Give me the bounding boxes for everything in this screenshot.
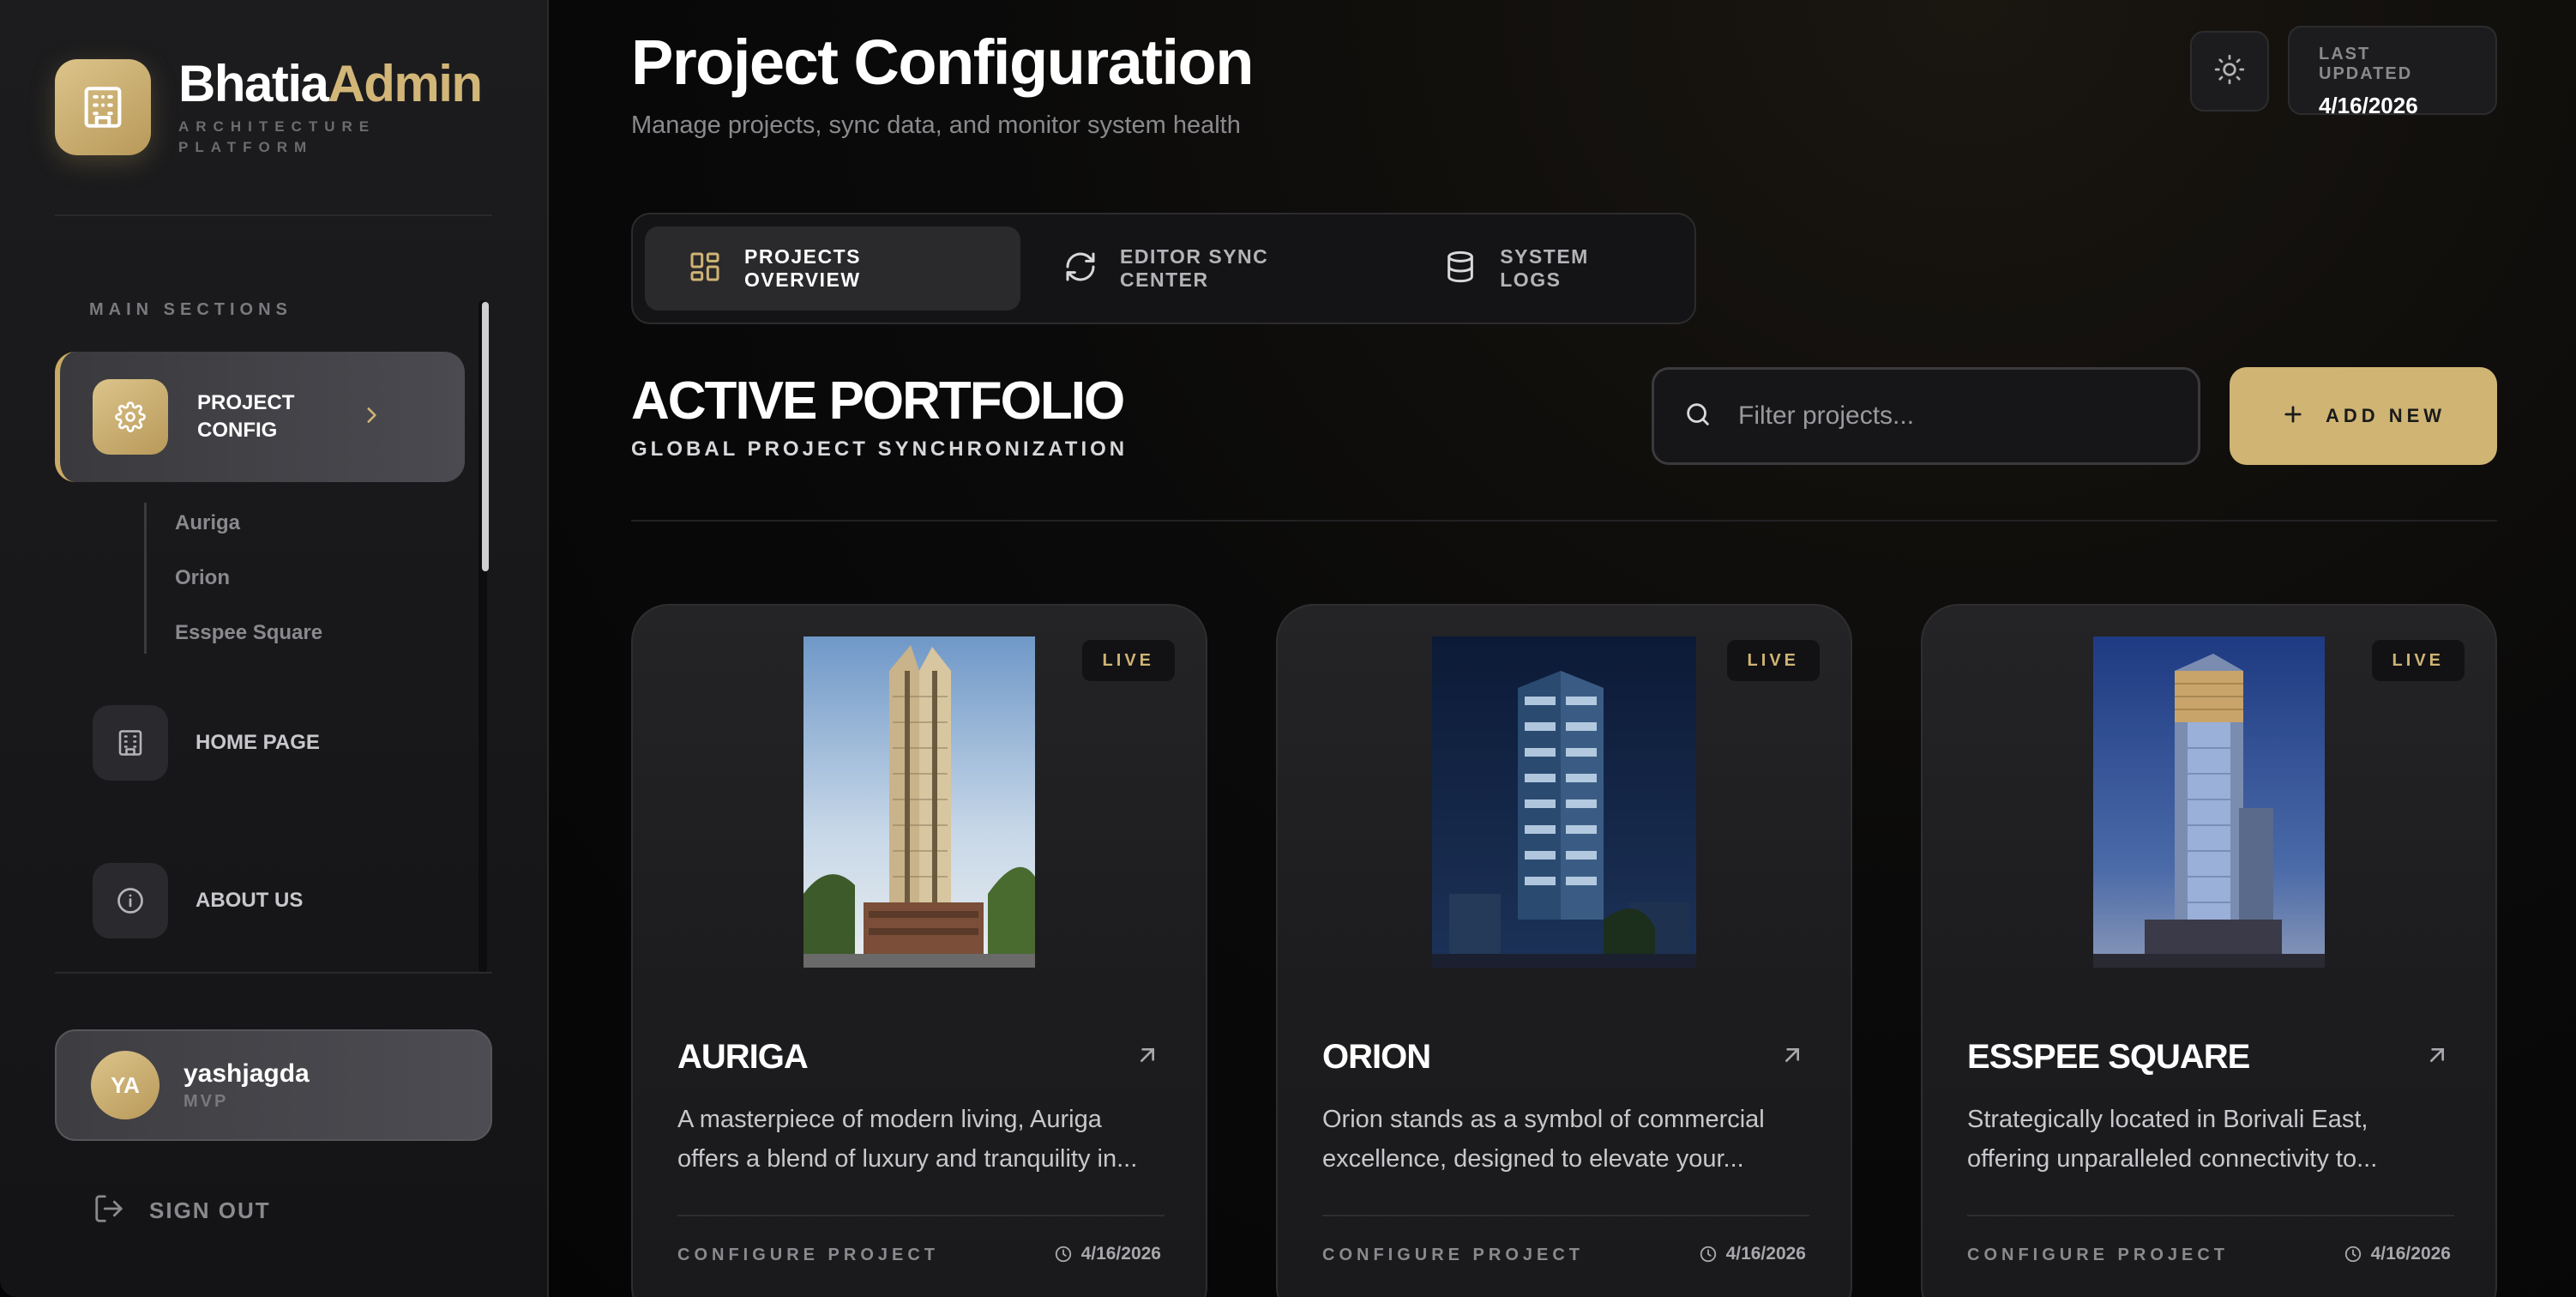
sidebar-item-label: PROJECT CONFIG: [197, 391, 295, 442]
configure-project-link[interactable]: CONFIGURE PROJECT: [1322, 1246, 1584, 1265]
search-field[interactable]: [1652, 367, 2200, 465]
sun-icon: [2213, 53, 2246, 90]
sync-icon: [1063, 250, 1098, 288]
status-badge: LIVE: [1081, 640, 1175, 681]
project-card-orion[interactable]: LIVE ORION Orion stands as a symbol of c…: [1276, 604, 1852, 1297]
project-title: ORION: [1322, 1038, 1431, 1076]
project-image: [2093, 636, 2325, 968]
tab-bar: PROJECTS OVERVIEW EDITOR SYNC CENTER SYS…: [631, 213, 1696, 324]
sidebar-item-label: HOME PAGE: [196, 731, 320, 754]
building-logo-icon: [55, 59, 151, 155]
chevron-right-icon: [360, 404, 382, 431]
sign-out-icon: [93, 1192, 125, 1229]
arrow-up-right-icon[interactable]: [1779, 1041, 1806, 1073]
sidebar-scrollbar-thumb[interactable]: [482, 302, 489, 571]
project-title: ESSPEE SQUARE: [1967, 1038, 2250, 1076]
project-date: 4/16/2026: [2344, 1244, 2451, 1264]
sidebar-item-label: ABOUT US: [196, 889, 304, 912]
divider: [55, 972, 492, 974]
plus-icon: [2281, 402, 2305, 431]
last-updated-value: 4/16/2026: [2319, 93, 2418, 118]
database-icon: [1443, 250, 1478, 288]
sidebar: BhatiaAdmin ARCHITECTURE PLATFORM MAIN S…: [0, 0, 549, 1297]
configure-project-link[interactable]: CONFIGURE PROJECT: [677, 1246, 939, 1265]
user-role: MVP: [184, 1091, 229, 1111]
status-badge: LIVE: [1726, 640, 1820, 681]
divider: [677, 1215, 1165, 1216]
divider: [1322, 1215, 1809, 1216]
user-name: yashjagda: [184, 1059, 310, 1088]
last-updated-label: LAST UPDATED: [2319, 45, 2413, 83]
project-card-auriga[interactable]: LIVE AURIGA A masterpiece of modern livi…: [631, 604, 1207, 1297]
project-description: A masterpiece of modern living, Auriga o…: [677, 1106, 1138, 1173]
page-title: Project Configuration: [631, 27, 1254, 98]
sidebar-subitem-esspee-square[interactable]: Esspee Square: [175, 621, 322, 645]
sign-out-button[interactable]: SIGN OUT: [93, 1192, 271, 1229]
clock-icon: [1700, 1246, 1716, 1263]
tab-system-logs[interactable]: SYSTEM LOGS: [1400, 226, 1694, 311]
tab-label: SYSTEM LOGS: [1500, 245, 1589, 291]
sidebar-item-home-page[interactable]: HOME PAGE: [93, 705, 320, 781]
project-card-esspee-square[interactable]: LIVE ESSPEE SQUARE Strategically located…: [1921, 604, 2497, 1297]
search-input[interactable]: [1738, 401, 2184, 431]
main-content: Project Configuration Manage projects, s…: [549, 0, 2576, 1297]
brand-subtitle: ARCHITECTURE PLATFORM: [178, 118, 376, 155]
section-label: MAIN SECTIONS: [89, 300, 292, 319]
status-badge: LIVE: [2371, 640, 2465, 681]
project-description: Orion stands as a symbol of commercial e…: [1322, 1106, 1765, 1173]
tab-projects-overview[interactable]: PROJECTS OVERVIEW: [645, 226, 1021, 311]
project-date: 4/16/2026: [1054, 1244, 1161, 1264]
add-new-button[interactable]: ADD NEW: [2230, 367, 2497, 465]
project-date: 4/16/2026: [1699, 1244, 1806, 1264]
arrow-up-right-icon[interactable]: [2423, 1041, 2451, 1073]
section-subtitle: GLOBAL PROJECT SYNCHRONIZATION: [631, 437, 1129, 461]
sidebar-subitem-auriga[interactable]: Auriga: [175, 511, 240, 535]
divider: [55, 214, 492, 216]
project-image: [803, 636, 1035, 968]
theme-toggle-button[interactable]: [2190, 31, 2269, 112]
divider: [1967, 1215, 2454, 1216]
project-title: AURIGA: [677, 1038, 809, 1076]
sidebar-item-about-us[interactable]: ABOUT US: [93, 863, 303, 938]
clock-icon: [1055, 1246, 1071, 1263]
user-card[interactable]: YA yashjagda MVP: [55, 1029, 492, 1141]
tab-label: PROJECTS OVERVIEW: [744, 245, 861, 291]
brand[interactable]: BhatiaAdmin ARCHITECTURE PLATFORM: [55, 55, 483, 158]
last-updated-panel: LAST UPDATED 4/16/2026: [2288, 26, 2497, 118]
sidebar-subitem-orion[interactable]: Orion: [175, 566, 230, 590]
section-title: ACTIVE PORTFOLIO: [631, 371, 1125, 431]
clock-icon: [2344, 1246, 2361, 1263]
tab-label: EDITOR SYNC CENTER: [1120, 245, 1269, 291]
configure-project-link[interactable]: CONFIGURE PROJECT: [1967, 1246, 2229, 1265]
tab-editor-sync-center[interactable]: EDITOR SYNC CENTER: [1020, 226, 1400, 311]
search-icon: [1683, 400, 1712, 433]
arrow-up-right-icon[interactable]: [1134, 1041, 1161, 1073]
gear-icon: [93, 379, 168, 455]
page-subtitle: Manage projects, sync data, and monitor …: [631, 112, 1241, 139]
building-icon: [93, 705, 168, 781]
info-icon: [93, 863, 168, 938]
sign-out-label: SIGN OUT: [149, 1197, 271, 1223]
grid-icon: [688, 250, 722, 288]
brand-name: BhatiaAdmin: [178, 55, 483, 112]
project-image: [1432, 636, 1696, 968]
add-new-label: ADD NEW: [2325, 405, 2447, 426]
project-description: Strategically located in Borivali East, …: [1967, 1106, 2378, 1173]
divider: [631, 520, 2497, 522]
avatar: YA: [91, 1051, 159, 1119]
subtree-line: [144, 503, 147, 654]
sidebar-item-project-config[interactable]: PROJECT CONFIG: [55, 352, 465, 482]
